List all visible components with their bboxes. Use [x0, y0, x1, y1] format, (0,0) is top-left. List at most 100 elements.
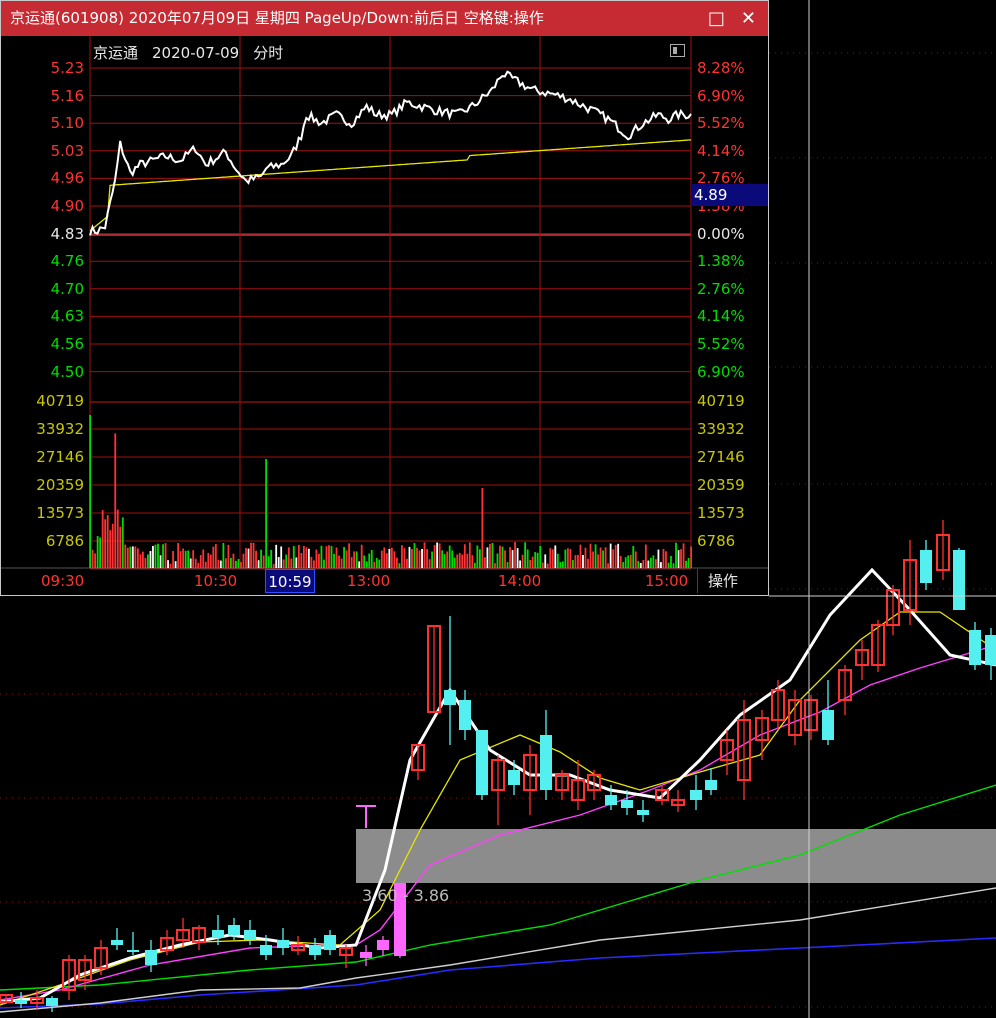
- popup-titlebar[interactable]: 京运通(601908) 2020年07月09日 星期四 PageUp/Down:…: [1, 1, 768, 36]
- close-icon[interactable]: ✕: [741, 1, 756, 36]
- volume-bar: [202, 549, 205, 568]
- volume-bar: [287, 547, 290, 568]
- volume-bar: [649, 557, 652, 568]
- volume-bar: [197, 562, 200, 568]
- volume-bar: [219, 560, 222, 568]
- candle-body: [309, 945, 321, 955]
- volume-bar: [275, 544, 278, 568]
- volume-bar: [541, 562, 544, 568]
- volume-bar: [182, 548, 185, 568]
- volume-bar: [323, 559, 325, 568]
- time-label: 14:00: [498, 572, 542, 590]
- operate-button[interactable]: 操作: [697, 569, 768, 593]
- volume-bar: [473, 562, 476, 568]
- volume-bar: [481, 488, 484, 568]
- minute-chart-svg[interactable]: [1, 36, 768, 595]
- candle-body: [360, 952, 372, 958]
- volume-bar: [267, 556, 270, 568]
- window-controls: □ ✕: [708, 1, 756, 36]
- cursor-time-label: 10:59: [265, 569, 315, 593]
- volume-axis-label: 40719: [697, 392, 745, 410]
- volume-bar: [453, 557, 456, 568]
- volume-bar: [426, 549, 428, 568]
- volume-bar: [496, 553, 499, 568]
- candle-body: [459, 700, 471, 730]
- time-label: 15:00: [645, 572, 689, 590]
- volume-bar: [360, 544, 363, 568]
- candle-body: [508, 770, 520, 785]
- volume-bar: [247, 548, 250, 568]
- price-axis-label: 5.23: [50, 59, 84, 77]
- volume-bar: [325, 546, 328, 568]
- volume-bar: [363, 555, 366, 568]
- volume-axis-label: 20359: [697, 476, 745, 494]
- volume-bar: [310, 556, 313, 568]
- volume-bar: [418, 550, 421, 568]
- volume-bar: [612, 549, 615, 568]
- volume-bar: [556, 553, 559, 568]
- volume-bar: [365, 561, 368, 568]
- expand-panel-icon[interactable]: [670, 44, 685, 57]
- candle-body: [476, 730, 488, 795]
- volume-bar: [134, 546, 137, 568]
- volume-bar: [456, 554, 459, 568]
- volume-bar: [564, 549, 567, 568]
- volume-bar: [345, 550, 348, 568]
- volume-bar: [237, 559, 240, 568]
- volume-bar: [350, 557, 353, 568]
- volume-bar: [561, 561, 564, 568]
- candle-body: [46, 998, 58, 1006]
- volume-bar: [353, 551, 356, 568]
- volume-bar: [240, 561, 242, 568]
- volume-bar: [619, 556, 622, 568]
- percent-axis-label: 2.76%: [697, 279, 745, 298]
- candle-body: [822, 710, 834, 740]
- volume-bar: [539, 545, 542, 568]
- percent-axis-label: 0.00%: [697, 224, 745, 243]
- volume-bar: [320, 545, 323, 568]
- percent-axis-label: 4.14%: [697, 307, 745, 326]
- volume-bars: [89, 415, 692, 568]
- volume-bar: [385, 553, 388, 568]
- volume-bar: [443, 554, 446, 568]
- volume-bar: [551, 549, 554, 568]
- candle-body: [377, 940, 389, 950]
- volume-bar: [637, 561, 640, 568]
- minute-chart-area[interactable]: 京运通 2020-07-09 分时 5.23 8.28% 5.16 6.90% 5.10 5.…: [1, 36, 768, 595]
- volume-bar: [642, 559, 645, 568]
- volume-bar: [524, 542, 527, 568]
- candle-body: [244, 930, 256, 940]
- volume-bar: [491, 543, 494, 568]
- volume-bar: [194, 558, 197, 568]
- volume-bar: [295, 557, 298, 568]
- candle-body: [637, 810, 649, 815]
- price-axis-label: 4.50: [50, 362, 84, 381]
- volume-bar: [433, 545, 436, 568]
- volume-bar: [277, 556, 280, 568]
- volume-bar: [89, 415, 91, 568]
- volume-bar: [594, 544, 597, 568]
- volume-bar: [94, 553, 97, 568]
- volume-bar: [157, 543, 159, 568]
- volume-bar: [209, 554, 212, 568]
- volume-bar: [355, 551, 358, 568]
- volume-bar: [501, 546, 504, 568]
- candle-body: [127, 950, 139, 952]
- volume-bar: [230, 557, 232, 568]
- volume-bar: [172, 550, 174, 568]
- volume-bar: [587, 558, 589, 568]
- volume-bar: [106, 515, 109, 568]
- candle-body: [920, 550, 932, 583]
- volume-bar: [682, 543, 685, 568]
- volume-bar: [579, 544, 582, 568]
- volume-bar: [566, 548, 569, 568]
- volume-bar: [152, 545, 154, 568]
- volume-bar: [458, 552, 461, 568]
- maximize-icon[interactable]: □: [708, 1, 725, 36]
- volume-bar: [142, 551, 144, 568]
- volume-axis-label: 13573: [697, 504, 745, 522]
- volume-bar: [639, 563, 642, 568]
- volume-bar: [136, 548, 139, 568]
- intraday-popup-window[interactable]: 京运通(601908) 2020年07月09日 星期四 PageUp/Down:…: [0, 0, 769, 596]
- volume-bar: [255, 550, 257, 568]
